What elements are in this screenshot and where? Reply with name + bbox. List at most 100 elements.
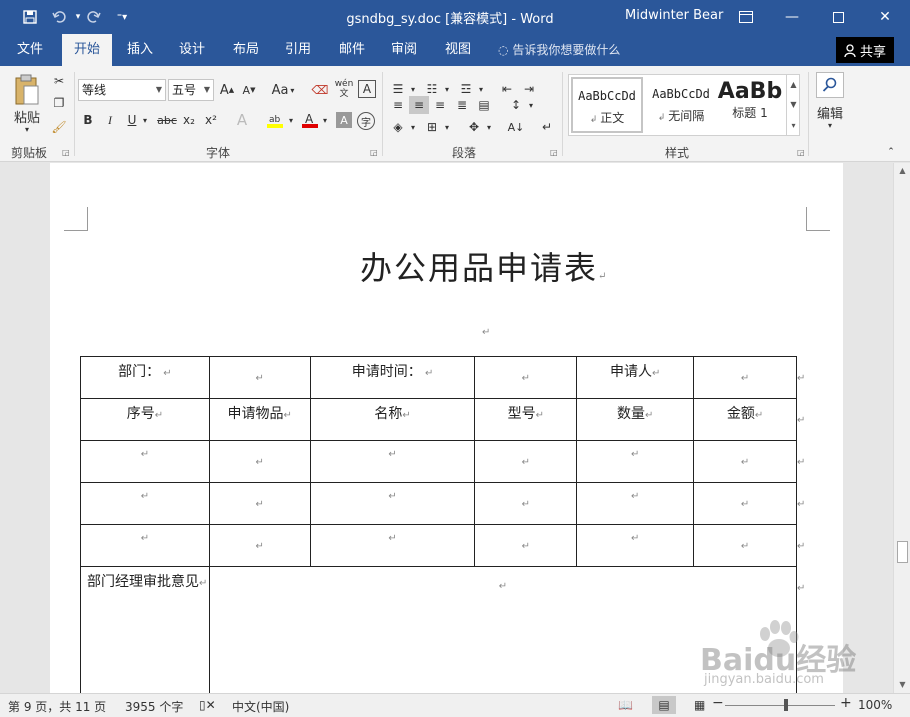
minimize-icon[interactable]: — bbox=[769, 0, 815, 34]
highlight-icon[interactable]: ab bbox=[264, 110, 286, 130]
tab-layout[interactable]: 布局 bbox=[224, 34, 268, 66]
show-marks-icon[interactable]: ↵ bbox=[538, 118, 556, 136]
table-cell[interactable]: ↵ bbox=[474, 356, 578, 399]
read-mode-icon[interactable]: 📖 bbox=[618, 698, 633, 712]
paste-dropdown-icon[interactable]: ▾ bbox=[20, 124, 34, 134]
table-cell[interactable]: ↵ bbox=[309, 482, 476, 525]
table-cell[interactable]: ↵ bbox=[80, 524, 210, 567]
change-case-button[interactable]: Aa ▾ bbox=[268, 80, 298, 100]
font-color-icon[interactable]: A bbox=[300, 110, 320, 130]
approval-label-cell[interactable]: 部门经理审批意见↵ bbox=[80, 566, 210, 693]
table-cell[interactable]: ↵ bbox=[309, 524, 476, 567]
underline-dropdown-icon[interactable]: ▾ bbox=[140, 110, 150, 130]
undo-icon[interactable] bbox=[50, 7, 70, 27]
tab-references[interactable]: 引用 bbox=[276, 34, 320, 66]
table-cell[interactable]: ↵ bbox=[474, 440, 578, 483]
chevron-up-icon[interactable]: ▲ bbox=[790, 80, 796, 89]
table-cell[interactable]: ↵ bbox=[576, 482, 695, 525]
zoom-in-button[interactable]: + bbox=[840, 695, 852, 711]
subscript-button[interactable]: x₂ bbox=[180, 110, 198, 130]
table-cell[interactable]: ↵ bbox=[474, 482, 578, 525]
char-border-button[interactable]: A bbox=[358, 80, 376, 98]
table-cell[interactable]: 部门： ↵ bbox=[80, 356, 210, 399]
paste-button[interactable]: 粘贴 bbox=[8, 108, 46, 126]
chinese-layout-dropdown-icon[interactable]: ▾ bbox=[484, 118, 494, 136]
table-header-cell[interactable]: 名称↵ bbox=[309, 398, 476, 441]
styles-scroll[interactable]: ▲ ▼ ▾ bbox=[786, 74, 800, 136]
save-icon[interactable] bbox=[20, 7, 40, 27]
redo-icon[interactable] bbox=[84, 7, 104, 27]
tab-home[interactable]: 开始 bbox=[62, 34, 112, 66]
paste-icon[interactable] bbox=[10, 72, 44, 108]
superscript-button[interactable]: x² bbox=[202, 110, 220, 130]
line-spacing-icon[interactable]: ↕ bbox=[506, 96, 526, 114]
paragraph-launcher-icon[interactable]: ◲ bbox=[550, 148, 558, 157]
table-cell[interactable]: 申请时间： ↵ bbox=[309, 356, 476, 399]
borders-dropdown-icon[interactable]: ▾ bbox=[442, 118, 452, 136]
table-cell[interactable]: ↵ bbox=[208, 524, 311, 567]
tab-design[interactable]: 设计 bbox=[170, 34, 214, 66]
table-cell[interactable]: ↵ bbox=[576, 440, 695, 483]
table-cell[interactable]: ↵ bbox=[208, 440, 311, 483]
clipboard-launcher-icon[interactable]: ◲ bbox=[62, 148, 70, 157]
table-header-cell[interactable]: 申请物品↵ bbox=[208, 398, 311, 441]
table-cell[interactable]: ↵ bbox=[693, 356, 797, 399]
zoom-slider-thumb[interactable] bbox=[784, 699, 788, 711]
phonetic-guide-button[interactable]: wén 文 bbox=[333, 76, 355, 102]
page[interactable]: 办公用品申请表↵ ↵ 部门： ↵ ↵ 申请时间： ↵ ↵ 申请人↵ ↵ 序号↵ … bbox=[50, 163, 843, 693]
align-right-icon[interactable]: ≡ bbox=[430, 96, 450, 114]
tab-review[interactable]: 审阅 bbox=[382, 34, 426, 66]
table-cell[interactable]: ↵ bbox=[693, 524, 797, 567]
user-name[interactable]: Midwinter Bear bbox=[625, 8, 723, 23]
shading-icon[interactable]: ◈ bbox=[388, 118, 408, 136]
editing-dropdown-icon[interactable]: ▾ bbox=[824, 120, 836, 130]
tab-view[interactable]: 视图 bbox=[436, 34, 480, 66]
table-cell[interactable]: ↵ bbox=[309, 440, 476, 483]
copy-icon[interactable]: ❐ bbox=[50, 94, 68, 112]
scroll-up-icon[interactable]: ▲ bbox=[894, 163, 910, 179]
style-heading-1[interactable]: AaBb 标题 1 bbox=[717, 77, 783, 133]
font-size-combo[interactable]: 五号 ▼ bbox=[168, 79, 214, 101]
tab-mailings[interactable]: 邮件 bbox=[330, 34, 374, 66]
strikethrough-button[interactable]: abc bbox=[156, 110, 178, 130]
tab-insert[interactable]: 插入 bbox=[118, 34, 162, 66]
table-header-cell[interactable]: 数量↵ bbox=[576, 398, 695, 441]
char-shading-button[interactable]: A bbox=[336, 112, 352, 128]
more-styles-icon[interactable]: ▾ bbox=[791, 121, 795, 130]
underline-button[interactable]: U bbox=[124, 110, 140, 130]
table-cell[interactable]: ↵ bbox=[208, 482, 311, 525]
form-title[interactable]: 办公用品申请表↵ bbox=[360, 243, 608, 289]
justify-icon[interactable]: ≣ bbox=[452, 96, 472, 114]
table-cell[interactable]: ↵ bbox=[474, 524, 578, 567]
enclose-char-button[interactable]: 字 bbox=[357, 112, 375, 130]
font-name-combo[interactable]: 等线 ▼ bbox=[78, 79, 166, 101]
document-area[interactable]: 办公用品申请表↵ ↵ 部门： ↵ ↵ 申请时间： ↵ ↵ 申请人↵ ↵ 序号↵ … bbox=[0, 163, 893, 693]
language[interactable]: 中文(中国) bbox=[232, 698, 289, 715]
proofing-icon[interactable]: ▯✕ bbox=[199, 698, 216, 712]
zoom-out-button[interactable]: − bbox=[712, 695, 724, 711]
zoom-level[interactable]: 100% bbox=[858, 698, 892, 712]
table-cell[interactable]: ↵ bbox=[576, 524, 695, 567]
web-layout-icon[interactable]: ▦ bbox=[694, 698, 705, 712]
distributed-icon[interactable]: ▤ bbox=[474, 96, 494, 114]
cut-icon[interactable]: ✂ bbox=[50, 72, 68, 90]
styles-launcher-icon[interactable]: ◲ bbox=[797, 148, 805, 157]
table-header-cell[interactable]: 金额↵ bbox=[693, 398, 797, 441]
align-center-icon[interactable]: ≡ bbox=[409, 96, 429, 114]
page-count[interactable]: 第 9 页，共 11 页 bbox=[8, 698, 106, 715]
table-cell[interactable]: ↵ bbox=[80, 482, 210, 525]
search-icon[interactable] bbox=[816, 72, 844, 98]
clear-format-icon[interactable]: ⌫ bbox=[310, 80, 330, 100]
format-painter-icon[interactable]: 🖌 bbox=[50, 118, 68, 136]
customize-qat-icon[interactable]: ⁼▾ bbox=[112, 7, 132, 27]
share-button[interactable]: 共享 bbox=[836, 37, 894, 63]
line-spacing-dropdown-icon[interactable]: ▾ bbox=[526, 96, 536, 114]
editing-button[interactable]: 编辑 bbox=[812, 104, 848, 122]
table-cell[interactable]: ↵ bbox=[208, 356, 311, 399]
style-no-spacing[interactable]: AaBbCcDd ↲ 无间隔 bbox=[645, 77, 717, 133]
collapse-ribbon-icon[interactable]: ⌃ bbox=[884, 146, 898, 158]
shrink-font-icon[interactable]: A ▼ bbox=[240, 80, 258, 100]
highlight-dropdown-icon[interactable]: ▾ bbox=[286, 110, 296, 130]
table-cell[interactable]: 申请人↵ bbox=[576, 356, 695, 399]
scroll-thumb[interactable] bbox=[897, 541, 908, 563]
